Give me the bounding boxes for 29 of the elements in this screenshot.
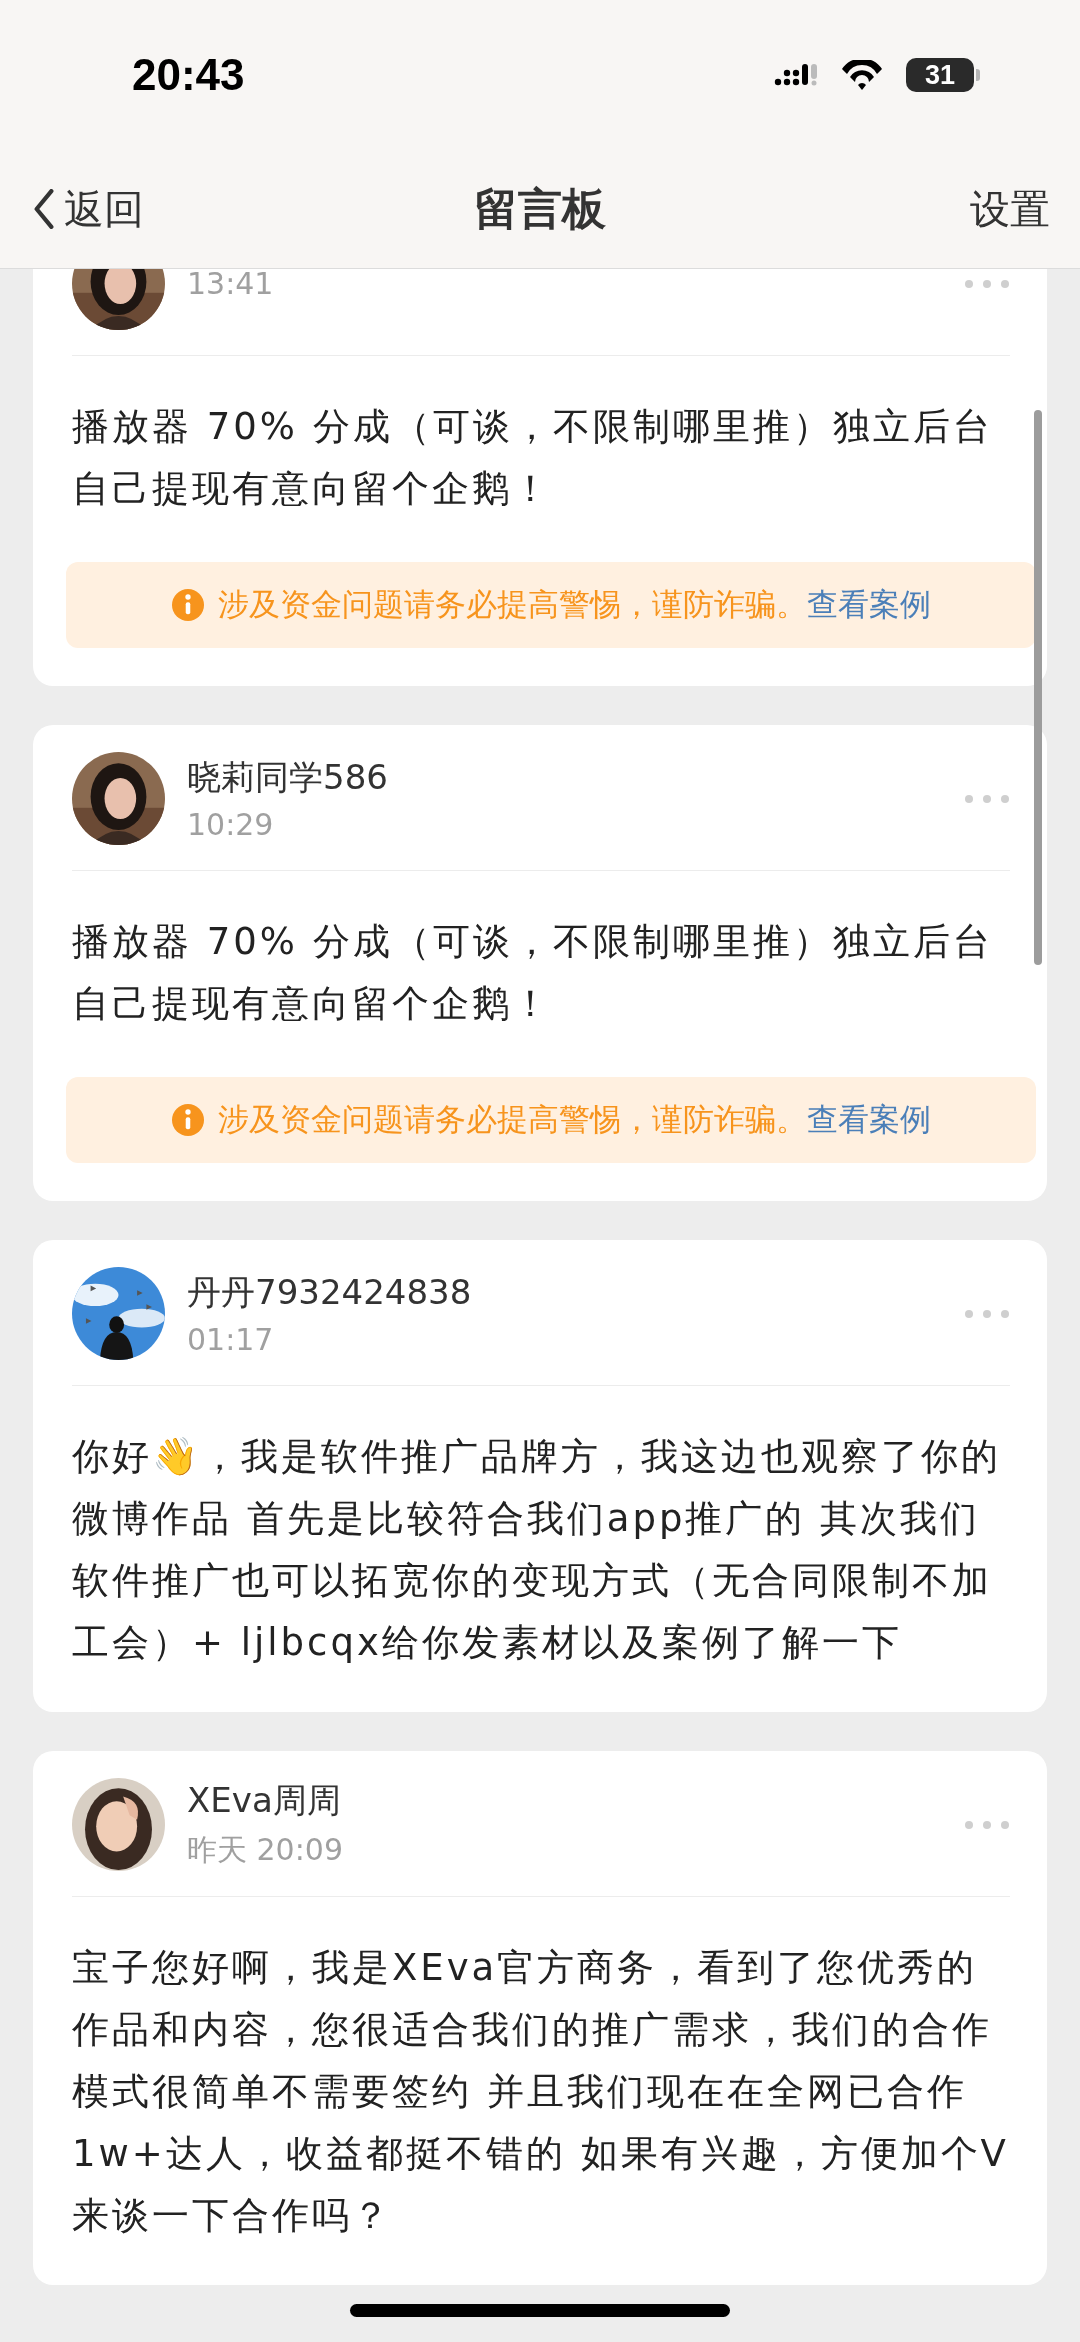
page-title: 留言板	[474, 181, 606, 236]
message-text: 你好👋，我是软件推广品牌方，我这边也观察了你的微博作品 首先是比较符合我们app推广的 其次我们软件推广也可以拓宽你的变现方式（无合同限制不加工会）+ ljlbcqx给你发素材以及案例了解一下	[72, 1434, 1002, 1666]
back-button[interactable]: 返回	[32, 181, 144, 237]
settings-button[interactable]: 设置	[970, 181, 1050, 237]
author-name[interactable]: 丹丹7932424838	[187, 1270, 942, 1316]
view-cases-link[interactable]: 查看案例	[806, 584, 931, 626]
message-time: 01:17	[187, 1322, 275, 1357]
battery-level: 31	[924, 59, 955, 91]
author-name[interactable]: XEva周周	[187, 1778, 942, 1824]
message-text: 播放器 70% 分成（可谈，不限制哪里推）独立后台自己提现有意向留个企鹅！	[72, 404, 994, 512]
info-icon	[171, 1104, 204, 1136]
message-time: 10:29	[187, 807, 275, 842]
message-text: 宝子您好啊，我是XEva官方商务，看到了您优秀的作品和内容，您很适合我们的推广需求，我们的合作模式很简单不需要签约 并且我们现在在全网已合作1w+达人，收益都挺不错的 如果有兴趣，方便加个V来谈一下合作吗？	[72, 1945, 1010, 2239]
more-icon[interactable]	[964, 1819, 1010, 1830]
more-icon[interactable]	[964, 1308, 1010, 1319]
status-time: 20:43	[132, 50, 245, 100]
view-cases-link[interactable]: 查看案例	[806, 1099, 931, 1141]
message-time: 13:41	[187, 266, 275, 301]
message-text: 播放器 70% 分成（可谈，不限制哪里推）独立后台自己提现有意向留个企鹅！	[72, 919, 994, 1027]
wifi-icon	[840, 59, 884, 91]
warning-text: 涉及资金问题请务必提高警惕，谨防诈骗。	[217, 1100, 807, 1139]
author-name[interactable]: 晓莉同学586	[187, 755, 942, 801]
info-icon	[171, 589, 204, 621]
more-icon[interactable]	[964, 793, 1010, 804]
warning-text: 涉及资金问题请务必提高警惕，谨防诈骗。	[217, 585, 807, 624]
back-icon	[32, 189, 56, 229]
signal-icon	[774, 63, 818, 87]
message-time: 昨天 20:09	[187, 1831, 344, 1869]
more-icon[interactable]	[964, 278, 1010, 289]
